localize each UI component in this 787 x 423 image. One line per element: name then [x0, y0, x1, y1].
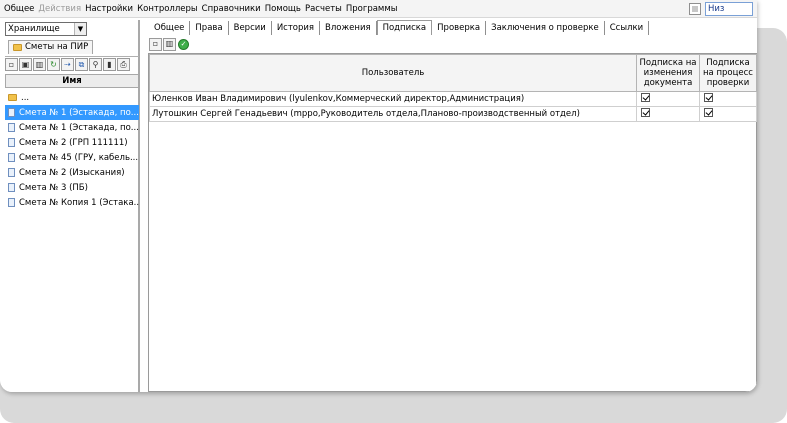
tree-item[interactable]: Смета № Копия 1 (Эстака... [5, 195, 139, 210]
tab-check-conclusions[interactable]: Заключения о проверке [486, 21, 605, 35]
subscribe-changes-checkbox[interactable] [641, 108, 650, 117]
confirm-icon: ✓ [178, 38, 189, 50]
layout-toggle-icon[interactable] [689, 3, 701, 15]
subscribe-check-cell [699, 91, 757, 107]
document-icon [8, 168, 15, 177]
tab-history[interactable]: История [272, 21, 321, 35]
confirm-button[interactable]: ✓ [177, 38, 190, 51]
tree-item-label: Смета № 1 (Эстакада, по... [19, 122, 139, 133]
chevron-down-icon[interactable]: ▼ [74, 23, 86, 35]
search-icon[interactable]: ⚲ [89, 58, 102, 71]
tab-check[interactable]: Проверка [432, 21, 487, 35]
tab-versions[interactable]: Версии [229, 21, 272, 35]
left-panel: Хранилище ▼ Сметы на ПИР ▫ ▣ ▥ ↻ ⇢ ⧉ ⚲ ▮… [2, 20, 140, 392]
tree-item-label: Смета № 3 (ПБ) [19, 182, 88, 193]
tree-item[interactable]: Смета № 45 (ГРУ, кабель... [5, 150, 139, 165]
tab-links[interactable]: Ссылки [605, 21, 650, 35]
tree-item[interactable]: Смета № 2 (Изыскания) [5, 165, 139, 180]
user-cell: Лутошкин Сергей Генадьевич (mppo,Руковод… [149, 106, 637, 122]
subscribe-check-checkbox[interactable] [704, 93, 713, 102]
folder-icon [8, 94, 17, 101]
add-icon[interactable]: ▫ [149, 37, 162, 51]
document-tree: ... Смета № 1 (Эстакада, по... Смета № 1… [5, 90, 139, 210]
save-icon[interactable]: ▣ [19, 58, 32, 71]
column-header-user[interactable]: Пользователь [149, 54, 637, 92]
menu-settings[interactable]: Настройки [85, 4, 133, 14]
document-icon [8, 138, 15, 147]
document-icon [8, 123, 15, 132]
menu-calculations[interactable]: Расчеты [305, 4, 342, 14]
column-header-subscribe-check[interactable]: Подписка на процесс проверки [699, 54, 757, 92]
storage-select-value: Хранилище [8, 24, 60, 34]
delete-icon[interactable]: ▥ [33, 58, 46, 71]
copy-icon[interactable]: ⧉ [75, 58, 88, 71]
subscribe-changes-checkbox[interactable] [641, 93, 650, 102]
tree-item-label: Смета № Копия 1 (Эстака... [19, 197, 139, 208]
table-row[interactable]: Лутошкин Сергей Генадьевич (mppo,Руковод… [149, 106, 757, 122]
user-cell: Юленков Иван Владимирович (lyulenkov,Ком… [149, 91, 637, 107]
tree-item-label: ... [21, 92, 30, 103]
tab-rights[interactable]: Права [190, 21, 229, 35]
menu-programs[interactable]: Программы [346, 4, 398, 14]
tree-item[interactable]: Смета № 1 (Эстакада, по... [5, 120, 139, 135]
subscribe-changes-cell [636, 91, 700, 107]
column-header-subscribe-changes[interactable]: Подписка на изменения документа [636, 54, 700, 92]
refresh-icon[interactable]: ↻ [47, 58, 60, 71]
subscribe-check-cell [699, 106, 757, 122]
subscription-table: Пользователь Подписка на изменения докум… [149, 54, 757, 122]
subscribe-check-checkbox[interactable] [704, 108, 713, 117]
move-icon[interactable]: ⇢ [61, 58, 74, 71]
tree-item-label: Смета № 45 (ГРУ, кабель... [19, 152, 139, 163]
document-icon [8, 108, 15, 117]
left-toolbar: ▫ ▣ ▥ ↻ ⇢ ⧉ ⚲ ▮ ⎙ [5, 56, 139, 71]
stats-icon[interactable]: ▮ [103, 58, 116, 71]
tree-item-label: Смета № 1 (Эстакада, по... [19, 107, 139, 118]
table-row[interactable]: Юленков Иван Владимирович (lyulenkov,Ком… [149, 91, 757, 107]
document-icon [8, 198, 15, 207]
subscribe-changes-cell [636, 106, 700, 122]
panel-position-field[interactable]: Низ [705, 2, 753, 16]
document-icon [8, 183, 15, 192]
tree-item-label: Смета № 2 (Изыскания) [19, 167, 125, 178]
tree-item-parent-folder[interactable]: ... [5, 90, 139, 105]
menu-actions: Действия [38, 3, 82, 14]
table-header-row: Пользователь Подписка на изменения докум… [149, 54, 757, 92]
tab-estimates-pir[interactable]: Сметы на ПИР [8, 40, 94, 54]
new-doc-icon[interactable]: ▫ [5, 58, 18, 71]
menu-references[interactable]: Справочники [202, 4, 261, 14]
tab-subscription[interactable]: Подписка [376, 20, 433, 35]
menu-help[interactable]: Помощь [265, 4, 301, 14]
subscription-toolbar: ▫ ▥ ✓ [149, 37, 191, 51]
app-window: Общее Действия Настройки Контроллеры Спр… [0, 0, 757, 392]
menu-controllers[interactable]: Контроллеры [137, 4, 198, 14]
tree-column-header[interactable]: Имя [5, 74, 139, 88]
menubar-right-controls: Низ [689, 2, 753, 16]
right-panel: Общее Права Версии История Вложения Подп… [145, 20, 757, 392]
tree-item[interactable]: Смета № 1 (Эстакада, по... [5, 105, 139, 120]
tab-attachments[interactable]: Вложения [320, 21, 377, 35]
delete-icon[interactable]: ▥ [163, 37, 176, 51]
menu-general[interactable]: Общее [4, 4, 34, 14]
subscription-grid: Пользователь Подписка на изменения докум… [148, 53, 757, 392]
tree-item[interactable]: Смета № 2 (ГРП 111111) [5, 135, 139, 150]
print-icon[interactable]: ⎙ [117, 58, 130, 71]
tab-estimates-pir-label: Сметы на ПИР [25, 42, 89, 52]
storage-select[interactable]: Хранилище ▼ [5, 22, 87, 36]
tab-general[interactable]: Общее [149, 21, 191, 35]
menu-bar: Общее Действия Настройки Контроллеры Спр… [0, 0, 757, 18]
document-icon [8, 153, 15, 162]
document-tabs: Общее Права Версии История Вложения Подп… [149, 20, 650, 35]
tree-item-label: Смета № 2 (ГРП 111111) [19, 137, 128, 148]
tree-item[interactable]: Смета № 3 (ПБ) [5, 180, 139, 195]
folder-icon [13, 44, 22, 51]
